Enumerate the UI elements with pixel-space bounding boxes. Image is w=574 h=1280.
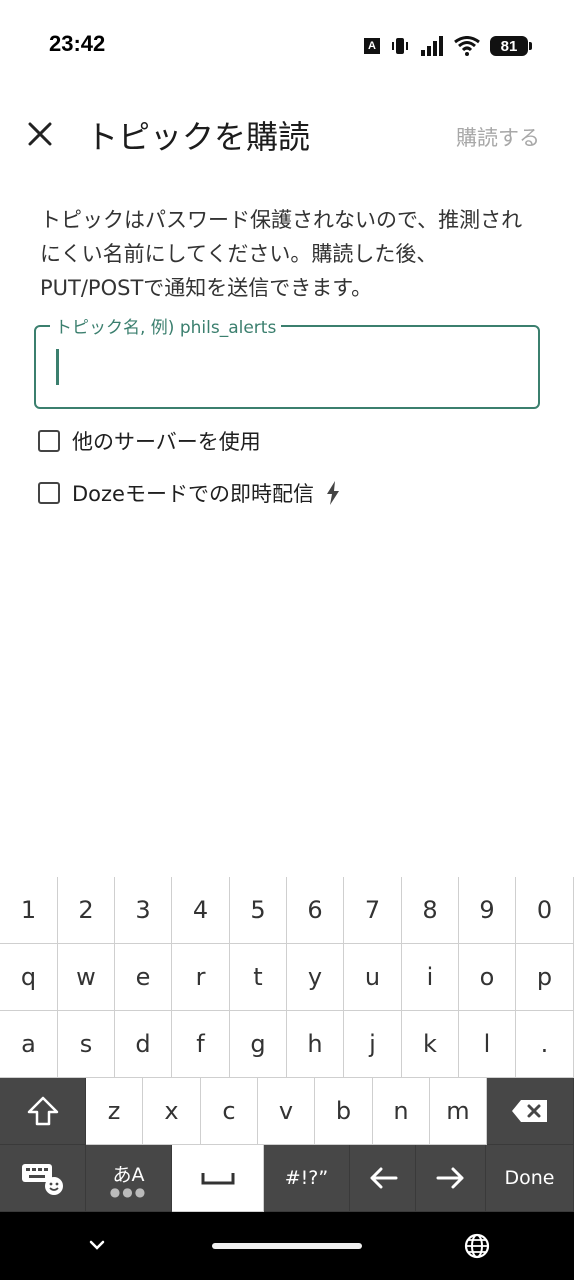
input-indicator-icon: A [364,38,380,54]
key-t[interactable]: t [230,944,287,1011]
close-button[interactable] [22,116,58,152]
key-k[interactable]: k [402,1011,459,1078]
key-7[interactable]: 7 [344,877,402,944]
backspace-icon [512,1100,547,1122]
home-pill[interactable] [212,1243,362,1249]
use-other-server-checkbox[interactable] [38,430,60,452]
arrow-left-icon [370,1167,397,1189]
chevron-down-icon[interactable] [86,1234,108,1256]
key-j[interactable]: j [344,1011,402,1078]
text-caret [56,349,59,385]
key-l[interactable]: l [459,1011,516,1078]
keyboard-row-middle: a s d f g h j k l . [0,1011,574,1078]
shift-icon [27,1096,58,1126]
key-n[interactable]: n [373,1078,430,1145]
topic-input[interactable] [54,345,518,387]
key-4[interactable]: 4 [172,877,230,944]
topic-field[interactable]: トピック名, 例) phils_alerts [34,313,540,409]
keyboard-emoji-icon [21,1164,63,1195]
key-9[interactable]: 9 [459,877,516,944]
keyboard-row-bottom: z x c v b n m [0,1078,574,1145]
key-d[interactable]: d [115,1011,172,1078]
key-m[interactable]: m [430,1078,487,1145]
instant-delivery-option[interactable]: Dozeモードでの即時配信 [38,478,340,508]
use-other-server-option[interactable]: 他のサーバーを使用 [38,426,261,456]
cursor-right-key[interactable] [416,1145,486,1212]
key-a[interactable]: a [0,1011,58,1078]
key-y[interactable]: y [287,944,344,1011]
key-u[interactable]: u [344,944,402,1011]
backspace-key[interactable] [487,1078,574,1145]
keyboard-row-function: あA ●●● #!?” Done [0,1145,574,1212]
use-other-server-label: 他のサーバーを使用 [72,430,261,454]
key-p[interactable]: p [516,944,574,1011]
language-toggle-key[interactable]: あA ●●● [86,1145,172,1212]
battery-icon: 81 [490,36,532,56]
space-key[interactable] [172,1145,264,1212]
key-g[interactable]: g [230,1011,287,1078]
key-i[interactable]: i [402,944,459,1011]
shift-key[interactable] [0,1078,86,1145]
key-0[interactable]: 0 [516,877,574,944]
key-b[interactable]: b [315,1078,373,1145]
description-text: トピックはパスワード保護されないので、推測されにくい名前にしてください。購読した… [40,208,523,300]
key-8[interactable]: 8 [402,877,459,944]
arrow-right-icon [436,1167,463,1189]
key-w[interactable]: w [58,944,115,1011]
key-x[interactable]: x [143,1078,201,1145]
key-h[interactable]: h [287,1011,344,1078]
topic-field-label: トピック名, 例) phils_alerts [50,313,282,338]
done-key[interactable]: Done [486,1145,574,1212]
key-5[interactable]: 5 [230,877,287,944]
key-c[interactable]: c [201,1078,258,1145]
key-v[interactable]: v [258,1078,315,1145]
subscribe-button[interactable]: 購読する [456,122,540,152]
navigation-bar [0,1212,574,1280]
wifi-icon [454,36,480,56]
key-q[interactable]: q [0,944,58,1011]
app-bar: トピックを購読 購読する [0,96,574,176]
symbols-key[interactable]: #!?” [264,1145,350,1212]
key-3[interactable]: 3 [115,877,172,944]
status-icons: A 81 [364,34,532,58]
key-2[interactable]: 2 [58,877,115,944]
lightning-icon [326,481,340,505]
key-z[interactable]: z [86,1078,143,1145]
page-title: トピックを購読 [86,118,311,156]
language-toggle-label: あA [112,1163,145,1186]
status-time: 23:42 [49,31,106,56]
soft-keyboard: 1 2 3 4 5 6 7 8 9 0 q w e r t y u i o p … [0,877,574,1212]
space-icon [201,1173,234,1185]
keyboard-row-top: q w e r t y u i o p [0,944,574,1011]
key-o[interactable]: o [459,944,516,1011]
keyboard-row-numbers: 1 2 3 4 5 6 7 8 9 0 [0,877,574,944]
key-period[interactable]: . [516,1011,574,1078]
emoji-keyboard-key[interactable] [0,1145,86,1212]
vibrate-icon [392,38,408,54]
key-1[interactable]: 1 [0,877,58,944]
globe-icon[interactable] [464,1233,490,1259]
key-6[interactable]: 6 [287,877,344,944]
more-dots-icon: ●●● [109,1184,148,1199]
instant-delivery-label: Dozeモードでの即時配信 [72,482,314,506]
status-bar: 23:42 A 81 [0,0,574,90]
instant-delivery-checkbox[interactable] [38,482,60,504]
close-icon [28,122,52,146]
key-e[interactable]: e [115,944,172,1011]
cursor-left-key[interactable] [350,1145,416,1212]
key-r[interactable]: r [172,944,230,1011]
key-s[interactable]: s [58,1011,115,1078]
signal-icon [421,36,443,56]
key-f[interactable]: f [172,1011,230,1078]
